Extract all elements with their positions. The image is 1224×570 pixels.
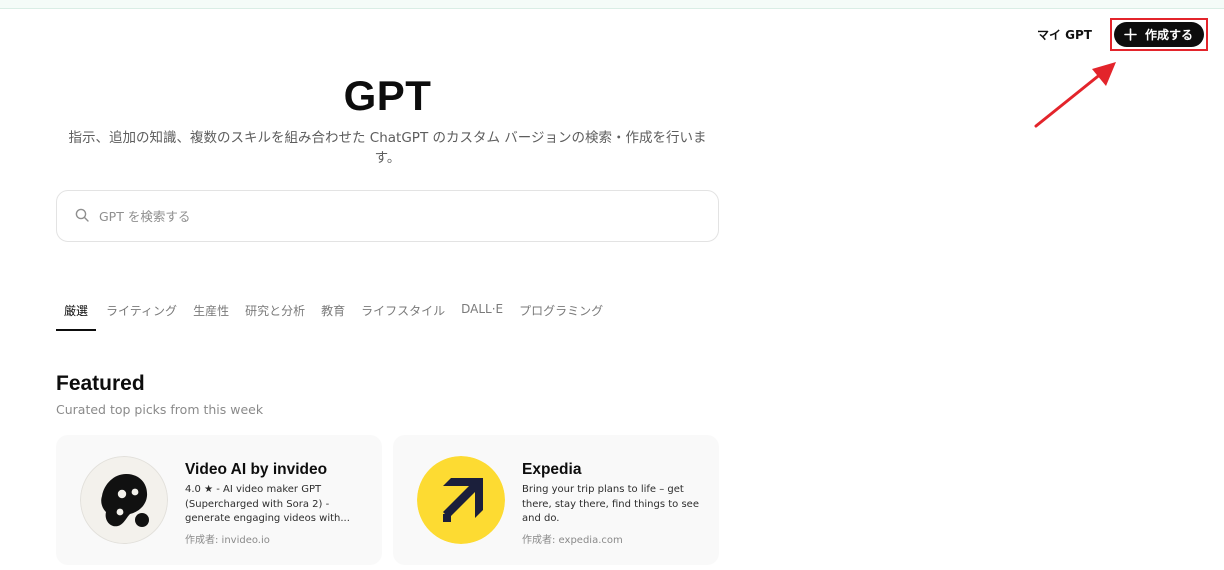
tab-productivity[interactable]: 生産性 bbox=[187, 298, 235, 331]
card-author: 作成者: expedia.com bbox=[522, 534, 623, 546]
my-gpt-link[interactable]: マイ GPT bbox=[1037, 26, 1092, 43]
create-button[interactable]: 作成する bbox=[1113, 22, 1204, 47]
tab-featured[interactable]: 厳選 bbox=[56, 298, 97, 331]
gpt-card-expedia[interactable]: Expedia Bring your trip plans to life – … bbox=[393, 435, 719, 565]
plus-icon bbox=[1124, 28, 1137, 41]
tab-research-analysis[interactable]: 研究と分析 bbox=[239, 298, 311, 331]
tab-lifestyle[interactable]: ライフスタイル bbox=[355, 298, 451, 331]
card-title: Expedia bbox=[522, 461, 582, 478]
create-button-highlight: 作成する bbox=[1109, 18, 1208, 51]
card-author: 作成者: invideo.io bbox=[185, 534, 270, 546]
invideo-logo bbox=[80, 456, 168, 544]
page-title: GPT bbox=[343, 72, 432, 119]
tab-writing[interactable]: ライティング bbox=[100, 298, 183, 331]
annotation-arrow bbox=[1034, 62, 1116, 128]
tab-programming[interactable]: プログラミング bbox=[513, 298, 609, 331]
featured-cards: Video AI by invideo 4.0 ★ - AI video mak… bbox=[56, 435, 719, 565]
search-box[interactable] bbox=[56, 190, 719, 242]
create-button-label: 作成する bbox=[1144, 28, 1193, 42]
card-body: Expedia Bring your trip plans to life – … bbox=[522, 461, 702, 546]
search-input[interactable] bbox=[99, 208, 679, 224]
card-description: Bring your trip plans to life – get ther… bbox=[522, 484, 699, 524]
search-icon bbox=[75, 207, 89, 226]
card-title: Video AI by invideo bbox=[185, 461, 328, 478]
expedia-logo bbox=[417, 456, 505, 544]
featured-subtitle: Curated top picks from this week bbox=[56, 402, 264, 417]
tab-education[interactable]: 教育 bbox=[315, 298, 351, 331]
featured-title: Featured bbox=[56, 372, 145, 395]
card-body: Video AI by invideo 4.0 ★ - AI video mak… bbox=[185, 461, 365, 546]
header-actions: マイ GPT 作成する bbox=[1037, 18, 1208, 51]
gpt-card-invideo[interactable]: Video AI by invideo 4.0 ★ - AI video mak… bbox=[56, 435, 382, 565]
top-strip bbox=[0, 0, 1224, 9]
card-description: 4.0 ★ - AI video maker GPT (Supercharged… bbox=[185, 484, 350, 524]
tab-dalle[interactable]: DALL·E bbox=[455, 298, 509, 331]
page-subtitle: 指示、追加の知識、複数のスキルを組み合わせた ChatGPT のカスタム バージ… bbox=[68, 130, 707, 166]
category-tabs: 厳選 ライティング 生産性 研究と分析 教育 ライフスタイル DALL·E プロ… bbox=[56, 298, 613, 331]
